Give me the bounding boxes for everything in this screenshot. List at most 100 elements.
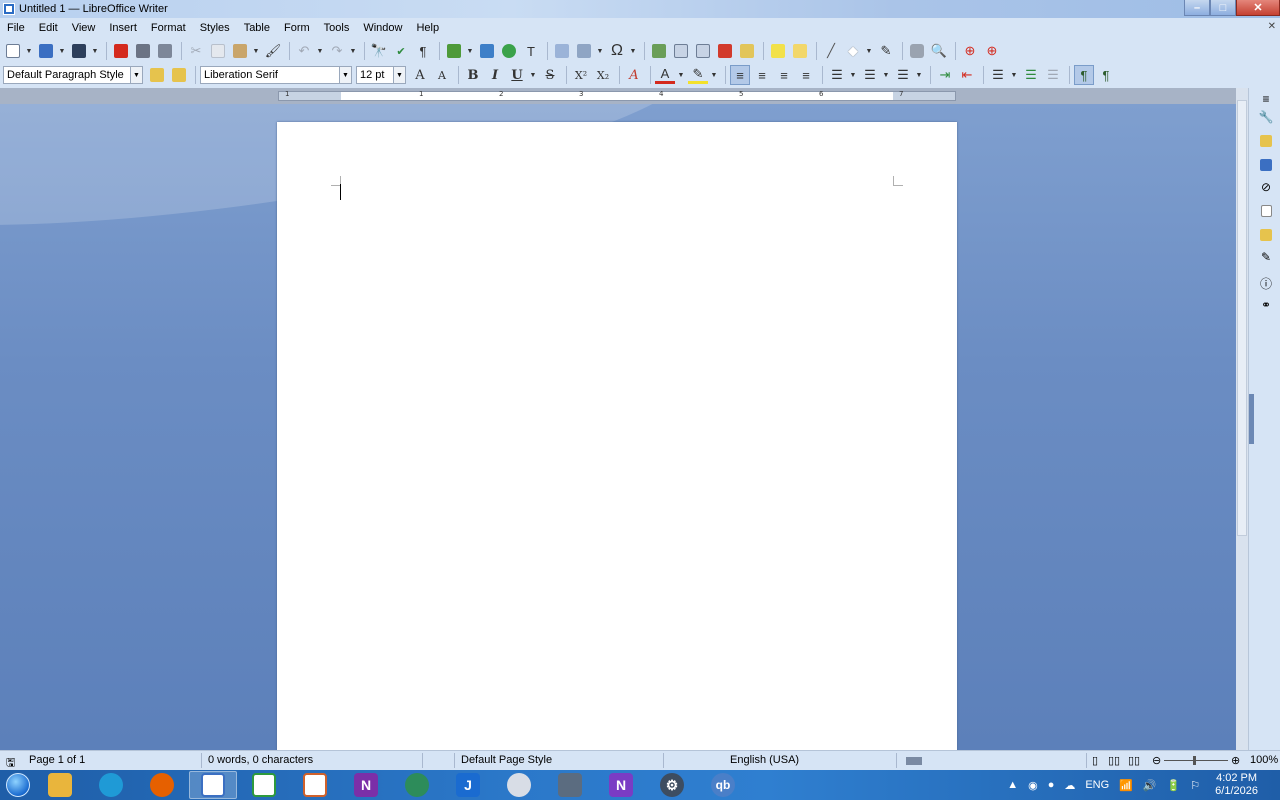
new-dropdown-icon[interactable]: ▼ — [25, 41, 33, 61]
numbering-dropdown-icon[interactable]: ▼ — [882, 65, 890, 85]
book-view-icon[interactable]: ▯▯ — [1128, 754, 1140, 767]
taskbar-onenote[interactable]: N — [342, 771, 390, 799]
taskbar-notion[interactable]: N — [597, 771, 645, 799]
battery-icon[interactable]: 🔋 — [1167, 779, 1181, 792]
clone-formatting-icon[interactable]: 🖌 — [263, 41, 283, 61]
taskbar-calc[interactable] — [240, 771, 288, 799]
zoom-slider[interactable] — [1164, 760, 1228, 761]
redo-icon[interactable]: ↷ — [327, 41, 347, 61]
taskbar-file-explorer[interactable] — [36, 771, 84, 799]
insert-textbox-icon[interactable]: T — [521, 41, 541, 61]
page-count[interactable]: Page 1 of 1 — [29, 754, 85, 766]
left-to-right-icon[interactable]: ¶ — [1074, 65, 1094, 85]
zoom-level[interactable]: 100% — [1250, 754, 1278, 766]
export-pdf-icon[interactable] — [111, 41, 131, 61]
zoom-icon[interactable]: 🔍 — [929, 41, 949, 61]
decrease-indent-icon[interactable]: ⇤ — [957, 65, 977, 85]
chevron-down-icon[interactable]: ▼ — [393, 67, 405, 83]
close-document-icon[interactable]: ✕ — [1268, 21, 1276, 32]
menu-file[interactable]: File — [0, 18, 32, 38]
open-dropdown-icon[interactable]: ▼ — [58, 41, 66, 61]
open-folder-icon[interactable] — [36, 41, 56, 61]
font-color-dropdown-icon[interactable]: ▼ — [677, 65, 685, 85]
line-spacing-dropdown-icon[interactable]: ▼ — [1010, 65, 1018, 85]
draw-function-icon[interactable]: ✎ — [876, 41, 896, 61]
outline-dropdown-icon[interactable]: ▼ — [915, 65, 923, 85]
taskbar-edge[interactable] — [87, 771, 135, 799]
zoom-out-icon[interactable]: ⊖ — [1152, 754, 1161, 767]
field-dropdown-icon[interactable]: ▼ — [596, 41, 604, 61]
menu-insert[interactable]: Insert — [102, 18, 144, 38]
numbering-icon[interactable]: ☰ — [860, 65, 880, 85]
line-spacing-icon[interactable]: ☰ — [988, 65, 1008, 85]
align-left-icon[interactable]: ≡ — [730, 65, 750, 85]
subscript-button[interactable]: X₂ — [593, 65, 613, 85]
undo-icon[interactable]: ↶ — [294, 41, 314, 61]
right-to-left-icon[interactable]: ¶ — [1096, 65, 1116, 85]
menu-tools[interactable]: Tools — [317, 18, 357, 38]
undo-dropdown-icon[interactable]: ▼ — [316, 41, 324, 61]
volume-icon[interactable]: 🔊 — [1143, 779, 1157, 792]
data-sources-icon[interactable] — [907, 41, 927, 61]
whats-this-icon[interactable]: ⊕ — [982, 41, 1002, 61]
italic-button[interactable]: I — [485, 65, 505, 85]
insert-field-icon[interactable] — [574, 41, 594, 61]
menu-format[interactable]: Format — [144, 18, 193, 38]
tray-app-icon[interactable]: ◉ — [1028, 779, 1038, 792]
basic-shapes-icon[interactable]: ◆ — [843, 41, 863, 61]
navigator-icon[interactable]: ⊘ — [1259, 180, 1273, 194]
sidebar-collapse-handle[interactable] — [1249, 394, 1254, 444]
insert-bookmark-icon[interactable] — [715, 41, 735, 61]
info-icon[interactable]: ⓘ — [1259, 276, 1273, 291]
highlight-color-icon[interactable]: ✎ — [688, 66, 708, 84]
wifi-icon[interactable]: 📶 — [1119, 779, 1133, 792]
insert-cross-reference-icon[interactable] — [737, 41, 757, 61]
maximize-button[interactable]: □ — [1210, 0, 1236, 16]
taskbar-qbittorrent[interactable]: qb — [699, 771, 747, 799]
taskbar-sphere-app[interactable] — [495, 771, 543, 799]
multi-page-view-icon[interactable]: ▯▯ — [1108, 754, 1120, 767]
table-dropdown-icon[interactable]: ▼ — [466, 41, 474, 61]
menu-form[interactable]: Form — [277, 18, 317, 38]
menu-styles[interactable]: Styles — [193, 18, 237, 38]
track-changes-icon[interactable] — [790, 41, 810, 61]
copy-icon[interactable] — [208, 41, 228, 61]
increase-paragraph-spacing-icon[interactable]: ☰ — [1021, 65, 1041, 85]
decrease-paragraph-spacing-icon[interactable]: ☰ — [1043, 65, 1063, 85]
menu-window[interactable]: Window — [356, 18, 409, 38]
taskbar-firefox[interactable] — [138, 771, 186, 799]
zoom-in-icon[interactable]: ⊕ — [1231, 754, 1240, 767]
chevron-down-icon[interactable]: ▼ — [339, 67, 351, 83]
taskbar-writer[interactable] — [189, 771, 237, 799]
minimize-button[interactable]: – — [1184, 0, 1210, 16]
font-name-combo[interactable]: Liberation Serif ▼ — [200, 66, 352, 84]
zoom-slider-thumb[interactable] — [1193, 756, 1196, 765]
chevron-down-icon[interactable]: ▼ — [130, 67, 142, 83]
properties-icon[interactable]: 🔧 — [1259, 110, 1274, 124]
taskbar-impress[interactable] — [291, 771, 339, 799]
bullets-icon[interactable]: ☰ — [827, 65, 847, 85]
bullets-dropdown-icon[interactable]: ▼ — [849, 65, 857, 85]
insert-image-icon[interactable] — [477, 41, 497, 61]
decrease-font-size-icon[interactable]: A — [432, 65, 452, 85]
new-style-icon[interactable] — [169, 65, 189, 85]
insert-mode-icon[interactable] — [906, 757, 922, 765]
new-document-icon[interactable] — [3, 41, 23, 61]
document-page[interactable] — [277, 122, 957, 750]
taskbar-settings[interactable]: ⚙ — [648, 771, 696, 799]
increase-font-size-icon[interactable]: A — [410, 65, 430, 85]
font-size-combo[interactable]: 12 pt ▼ — [356, 66, 406, 84]
notification-flag-icon[interactable]: ⚐ — [1190, 779, 1200, 792]
help-icon[interactable]: ⊕ — [960, 41, 980, 61]
text-language[interactable]: English (USA) — [730, 754, 799, 766]
insert-comment-icon[interactable] — [768, 41, 788, 61]
paragraph-style-combo[interactable]: Default Paragraph Style ▼ — [3, 66, 143, 84]
menu-table[interactable]: Table — [237, 18, 277, 38]
taskbar-calculator[interactable] — [546, 771, 594, 799]
paste-dropdown-icon[interactable]: ▼ — [252, 41, 260, 61]
align-center-icon[interactable]: ≡ — [752, 65, 772, 85]
horizontal-ruler[interactable]: 1 1 2 3 4 5 6 7 — [278, 90, 956, 101]
menu-edit[interactable]: Edit — [32, 18, 65, 38]
update-style-icon[interactable] — [147, 65, 167, 85]
redo-dropdown-icon[interactable]: ▼ — [349, 41, 357, 61]
